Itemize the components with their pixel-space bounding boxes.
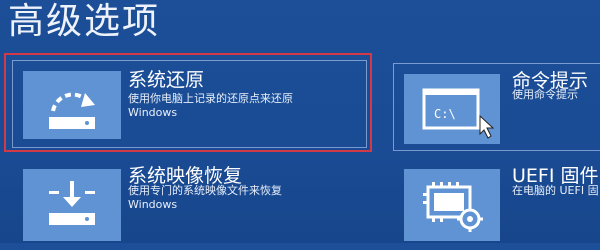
command-prompt-option[interactable]: C:\ 命令提示 使用命令提示 (393, 63, 600, 151)
tile-description: 使用命令提示 (512, 88, 578, 101)
system-image-recovery-option[interactable]: 系统映像恢复 使用专门的系统映像文件来恢复 Windows (12, 160, 367, 250)
system-image-icon (23, 169, 121, 241)
firmware-settings-icon (404, 169, 500, 241)
page-title: 高级选项 (8, 1, 161, 42)
mouse-cursor-icon (479, 114, 495, 139)
svg-text:C:\: C:\ (434, 107, 456, 121)
restore-icon (23, 71, 121, 139)
command-prompt-icon: C:\ (404, 74, 500, 144)
uefi-firmware-option[interactable]: UEFI 固件 在电脑的 UEFI 固 (393, 160, 600, 250)
tile-title: 系统还原 (128, 69, 205, 91)
tile-description: 使用你电脑上记录的还原点来还原 Windows (128, 92, 293, 119)
tile-description: 使用专门的系统映像文件来恢复 Windows (128, 184, 282, 211)
system-restore-option[interactable]: 系统还原 使用你电脑上记录的还原点来还原 Windows (12, 60, 367, 148)
tile-description: 在电脑的 UEFI 固 (512, 184, 599, 197)
